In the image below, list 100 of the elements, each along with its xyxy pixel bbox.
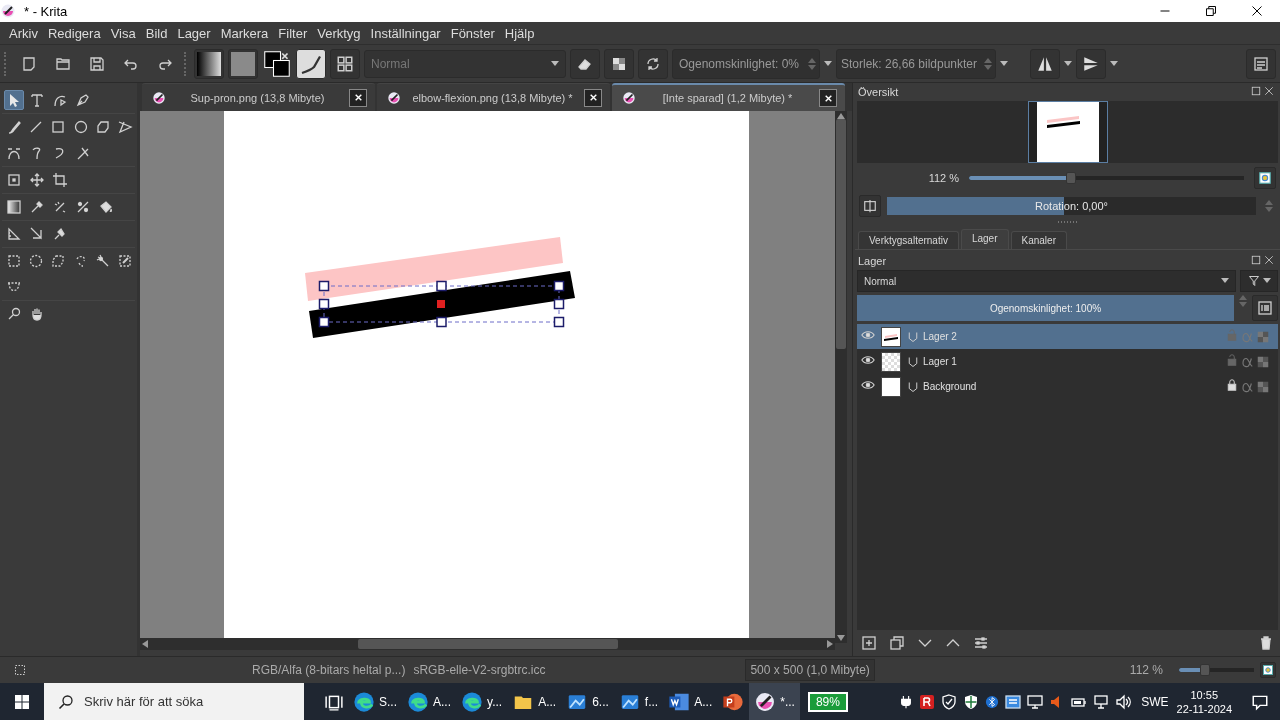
unlocked-icon[interactable] bbox=[1226, 354, 1238, 366]
locked-icon[interactable] bbox=[1226, 379, 1238, 391]
float-icon[interactable] bbox=[1250, 86, 1261, 96]
trash-icon[interactable] bbox=[1258, 635, 1274, 651]
scroll-down-icon[interactable] bbox=[837, 635, 845, 641]
grip-icon[interactable] bbox=[1057, 220, 1078, 224]
taskbar-app[interactable]: y... bbox=[456, 683, 508, 720]
plug-icon[interactable] bbox=[899, 694, 914, 709]
menu-item[interactable]: Hjälp bbox=[499, 25, 540, 41]
checker-icon[interactable] bbox=[611, 55, 627, 72]
document-tab[interactable]: [Inte sparad] (1,2 Mibyte) * bbox=[612, 83, 845, 111]
layer-row[interactable]: Lager 1 bbox=[857, 349, 1278, 374]
volume-icon[interactable] bbox=[1115, 693, 1132, 710]
fit-view-icon[interactable] bbox=[1258, 171, 1272, 185]
blend-mode-dropdown[interactable]: Normal bbox=[857, 270, 1236, 292]
scrollbar-thumb[interactable] bbox=[836, 119, 846, 349]
monitor-icon[interactable] bbox=[1027, 693, 1044, 710]
taskbar-app[interactable]: A... bbox=[402, 683, 457, 720]
sliders-icon[interactable] bbox=[973, 635, 989, 651]
eye-icon[interactable] bbox=[861, 353, 875, 367]
panel-tab[interactable]: Verktygsalternativ bbox=[858, 231, 959, 249]
crop-tool[interactable] bbox=[50, 170, 70, 190]
add-layer-icon[interactable] bbox=[861, 635, 877, 651]
filter-button[interactable] bbox=[1240, 270, 1278, 292]
start-icon[interactable] bbox=[14, 693, 30, 710]
taskbar-app[interactable]: A... bbox=[507, 683, 562, 720]
scrollbar-thumb[interactable] bbox=[358, 639, 618, 649]
duplicate-icon[interactable] bbox=[889, 635, 905, 651]
mirror-vertical-icon[interactable] bbox=[1082, 54, 1100, 73]
mirror-view-icon[interactable] bbox=[863, 199, 877, 213]
close-tab-button[interactable] bbox=[349, 88, 367, 107]
menu-item[interactable]: Visa bbox=[105, 25, 141, 41]
pointer-tool[interactable] bbox=[4, 90, 24, 110]
panel-tab[interactable]: Lager bbox=[960, 229, 1009, 249]
zoom-icon bbox=[6, 306, 22, 322]
menu-item[interactable]: Arkiv bbox=[4, 25, 43, 41]
close-icon bbox=[823, 93, 833, 103]
menu-item[interactable]: Verktyg bbox=[312, 25, 366, 41]
panel-tab[interactable]: Kanaler bbox=[1010, 231, 1067, 249]
menu-item[interactable]: Lager bbox=[172, 25, 216, 41]
edge-icon bbox=[353, 690, 375, 713]
scroll-left-icon[interactable] bbox=[142, 640, 148, 648]
alpha-lock-icon[interactable] bbox=[1256, 354, 1270, 369]
color-swatches-icon[interactable] bbox=[263, 49, 291, 78]
taskbar-app[interactable]: A... bbox=[663, 683, 718, 720]
layer-opacity-slider[interactable]: Ogenomskinlighet: 100% bbox=[857, 295, 1234, 321]
gradient-swatch-icon[interactable] bbox=[197, 51, 221, 76]
layer-name: Lager 2 bbox=[922, 331, 958, 342]
float-icon[interactable] bbox=[1250, 255, 1261, 265]
overview-thumbnail[interactable] bbox=[1027, 101, 1108, 163]
panel-menu-icon[interactable] bbox=[1253, 55, 1269, 72]
clock[interactable]: 10:55 22-11-2024 bbox=[1176, 687, 1232, 716]
selection-mode-icon[interactable] bbox=[14, 664, 26, 676]
menu-item[interactable]: Redigera bbox=[42, 25, 106, 41]
close-tab-button[interactable] bbox=[584, 88, 602, 107]
taskbar-app[interactable]: f... bbox=[613, 683, 664, 720]
pattern-swatch-icon[interactable] bbox=[231, 51, 255, 76]
menu-item[interactable]: Bild bbox=[140, 25, 173, 41]
menu-item[interactable]: Inställningar bbox=[365, 25, 446, 41]
network-icon[interactable] bbox=[1093, 693, 1110, 710]
bluetooth-icon[interactable] bbox=[985, 693, 1000, 710]
menu-item[interactable]: Filter bbox=[273, 25, 313, 41]
layer-row[interactable]: Background bbox=[857, 374, 1278, 399]
taskbar-app[interactable]: *... bbox=[749, 683, 800, 720]
fit-view-icon[interactable] bbox=[1262, 664, 1274, 676]
network-app-icon[interactable] bbox=[1005, 693, 1022, 710]
language-indicator[interactable]: SWE bbox=[1141, 694, 1169, 709]
taskbar-app[interactable]: 6... bbox=[561, 683, 614, 720]
shield-icon[interactable] bbox=[941, 693, 958, 710]
search-field[interactable]: Skriv här för att söka bbox=[44, 683, 304, 720]
text-icon bbox=[29, 92, 45, 108]
alpha-lock-icon[interactable] bbox=[1256, 379, 1270, 394]
close-icon[interactable] bbox=[1251, 5, 1263, 17]
security-icon[interactable] bbox=[963, 693, 980, 710]
scroll-right-icon[interactable] bbox=[827, 640, 833, 648]
line-icon bbox=[28, 119, 44, 135]
measure-icon bbox=[29, 226, 45, 242]
gradient-tool[interactable] bbox=[4, 197, 24, 217]
selection-box[interactable] bbox=[318, 280, 565, 328]
panel-title: Översikt bbox=[858, 86, 899, 98]
close-tab-button[interactable] bbox=[819, 89, 837, 107]
folder-icon[interactable] bbox=[55, 55, 71, 72]
taskbar-app[interactable]: S... bbox=[348, 683, 402, 720]
dropdown-arrow-icon bbox=[1110, 60, 1118, 67]
zoom-percent: 112 % bbox=[927, 172, 959, 184]
document-tab[interactable]: Sup-pron.png (13,8 Mibyte) bbox=[142, 83, 375, 111]
menu-item[interactable]: Fönster bbox=[445, 25, 500, 41]
new-document-icon[interactable] bbox=[21, 55, 37, 72]
edge-icon bbox=[407, 690, 429, 713]
menu-item[interactable]: Markera bbox=[215, 25, 274, 41]
properties-icon[interactable] bbox=[1257, 300, 1273, 316]
letter-app-icon[interactable] bbox=[919, 693, 936, 710]
rectangle-icon bbox=[50, 119, 67, 135]
eye-icon[interactable] bbox=[861, 378, 875, 392]
grid-icon[interactable] bbox=[336, 54, 354, 73]
save-icon[interactable] bbox=[89, 55, 105, 72]
document-tab[interactable]: elbow-flexion.png (13,8 Mibyte) * bbox=[377, 83, 610, 111]
restore-icon[interactable] bbox=[1205, 5, 1217, 17]
battery-indicator[interactable]: 89% bbox=[807, 691, 848, 712]
reload-icon[interactable] bbox=[645, 55, 661, 72]
